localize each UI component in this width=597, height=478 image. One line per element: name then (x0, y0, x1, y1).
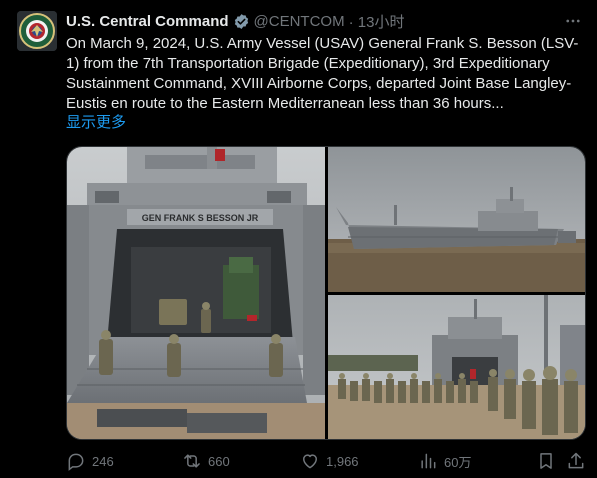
avatar[interactable] (17, 11, 57, 51)
reply-button[interactable]: 246 (66, 450, 114, 472)
repost-count: 660 (208, 453, 230, 469)
post-time[interactable]: · 13小时 (349, 11, 405, 32)
photo-ship-departing[interactable] (328, 147, 585, 292)
share-icon (568, 452, 584, 469)
ship-name-sign: GEN FRANK S BESSON JR (142, 213, 259, 223)
views-count: 60万 (444, 454, 472, 470)
like-count: 1,966 (326, 453, 359, 469)
views-icon (421, 453, 436, 469)
like-icon (303, 454, 317, 469)
show-more-link[interactable]: 显示更多 (66, 113, 126, 133)
bookmark-button[interactable] (536, 450, 562, 472)
repost-button[interactable]: 660 (182, 450, 230, 472)
reply-icon (68, 453, 84, 471)
verified-badge-icon[interactable] (233, 13, 250, 30)
centcom-emblem-icon (17, 11, 57, 51)
tweet-header: U.S. Central Command @CENTCOM · 13小时 (66, 11, 404, 31)
photo-soldiers-formation[interactable] (328, 295, 585, 439)
repost-icon (184, 454, 200, 468)
more-icon[interactable] (562, 11, 584, 31)
action-bar: 246 660 1,966 60万 (66, 450, 588, 472)
photo-ship-ramp[interactable]: GEN FRANK S BESSON JR (67, 147, 325, 439)
author-name[interactable]: U.S. Central Command (66, 13, 229, 30)
views-button[interactable]: 60万 (418, 450, 471, 472)
tweet[interactable]: U.S. Central Command @CENTCOM · 13小时 On … (0, 0, 597, 478)
reply-count: 246 (92, 453, 114, 469)
share-button[interactable] (566, 450, 592, 472)
like-button[interactable]: 1,966 (300, 450, 359, 472)
tweet-text: On March 9, 2024, U.S. Army Vessel (USAV… (66, 35, 579, 112)
author-handle[interactable]: @CENTCOM (254, 13, 345, 30)
bookmark-icon (540, 453, 552, 469)
media-grid: GEN FRANK S BESSON JR (66, 146, 586, 440)
